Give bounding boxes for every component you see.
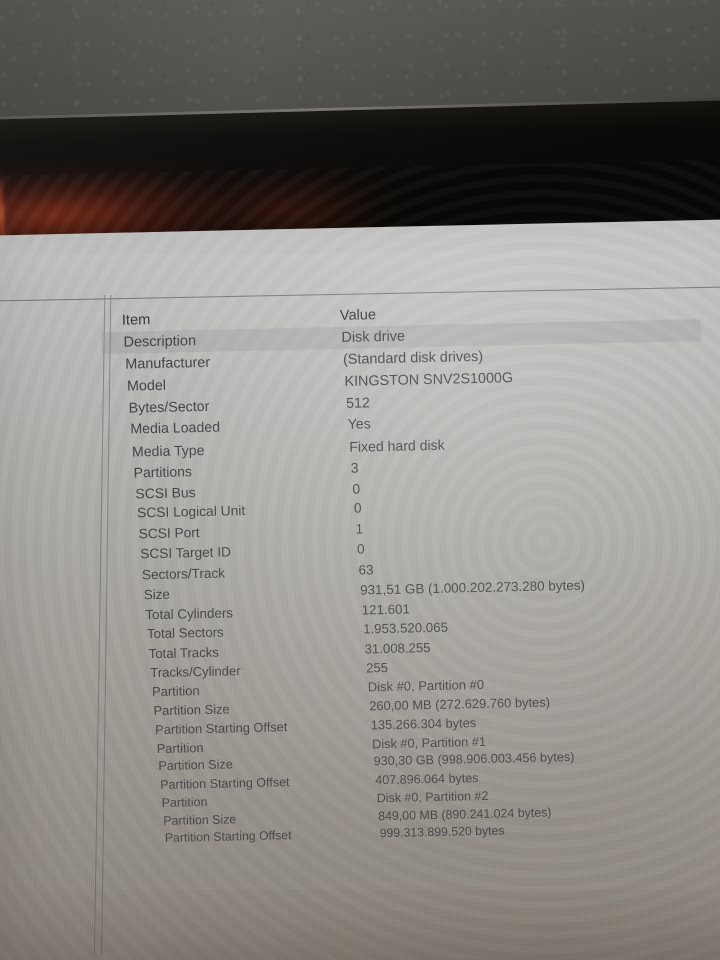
screen-vignette xyxy=(0,219,720,960)
monitor-screen: ItemValueDescriptionDisk driveManufactur… xyxy=(0,156,720,960)
monitor-photo: ItemValueDescriptionDisk driveManufactur… xyxy=(0,0,720,960)
